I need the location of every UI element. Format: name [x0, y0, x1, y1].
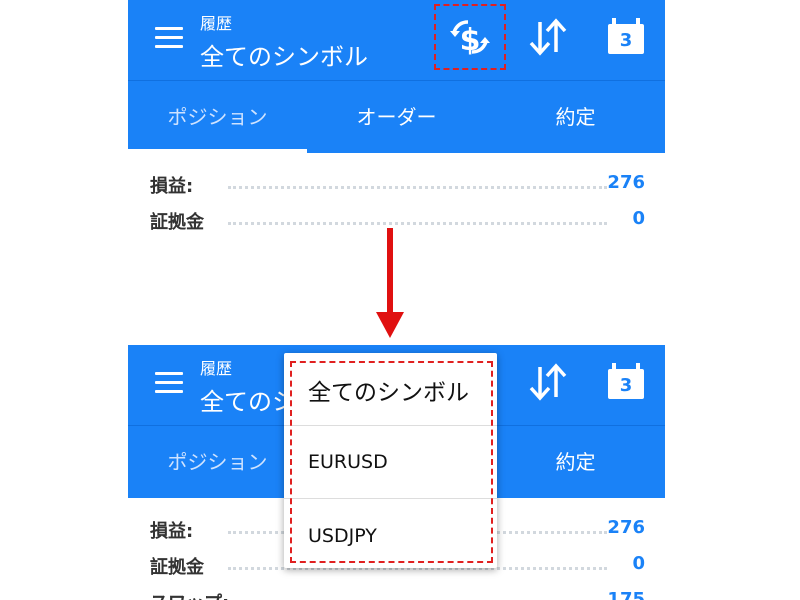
screen-before: 履歴 全てのシンボル $ 3 ポジション オーダー 約定 損益: 276 証拠金…: [128, 0, 665, 250]
currency-swap-icon: $: [450, 20, 490, 58]
profit-value: 276: [607, 517, 645, 538]
menu-icon[interactable]: [155, 27, 183, 49]
calendar-day: 3: [619, 30, 633, 51]
symbol-filter-button[interactable]: $: [434, 4, 506, 70]
tab-deals[interactable]: 約定: [486, 426, 665, 498]
tab-deals[interactable]: 約定: [486, 81, 665, 153]
profit-value: 276: [607, 172, 645, 193]
profit-label: 損益:: [150, 176, 194, 197]
sort-arrows-icon: [529, 363, 567, 401]
active-tab-indicator: [128, 149, 307, 153]
dotted-leader: [228, 186, 607, 189]
tab-orders[interactable]: オーダー: [307, 81, 486, 153]
margin-value: 0: [632, 208, 645, 229]
calendar-button[interactable]: 3: [590, 349, 662, 415]
summary-row-swap: スワップ: 175: [150, 589, 645, 600]
symbol-dropdown-menu: 全てのシンボル EURUSD USDJPY: [284, 353, 497, 568]
app-toolbar: 履歴 全てのシンボル $ 3: [128, 0, 665, 80]
margin-label: 証拠金: [150, 212, 204, 233]
transition-arrow-head: [376, 312, 404, 338]
symbol-filter-title[interactable]: 全てのシンボル: [200, 37, 368, 72]
margin-value: 0: [632, 553, 645, 574]
sort-button[interactable]: [512, 349, 584, 415]
summary-row-profit: 損益: 276: [150, 172, 645, 202]
header-subtitle: 履歴: [200, 14, 233, 33]
sort-arrows-icon: [529, 18, 567, 56]
menu-icon[interactable]: [155, 372, 183, 394]
header-subtitle: 履歴: [200, 359, 233, 378]
profit-label: 損益:: [150, 521, 194, 542]
highlight-dashed-box: [290, 361, 493, 563]
tab-bar: ポジション オーダー 約定: [128, 80, 665, 153]
symbol-filter-title[interactable]: 全てのシ: [200, 382, 296, 417]
summary-row-margin: 証拠金 0: [150, 208, 645, 238]
tab-positions[interactable]: ポジション: [128, 426, 307, 498]
transition-arrow-shaft: [387, 228, 393, 313]
calendar-day: 3: [619, 375, 633, 396]
margin-label: 証拠金: [150, 557, 204, 578]
calendar-button[interactable]: 3: [590, 4, 662, 70]
tab-positions[interactable]: ポジション: [128, 81, 307, 153]
dotted-leader: [228, 222, 607, 225]
swap-label: スワップ:: [150, 589, 229, 600]
sort-button[interactable]: [512, 4, 584, 70]
swap-value: 175: [607, 589, 645, 600]
